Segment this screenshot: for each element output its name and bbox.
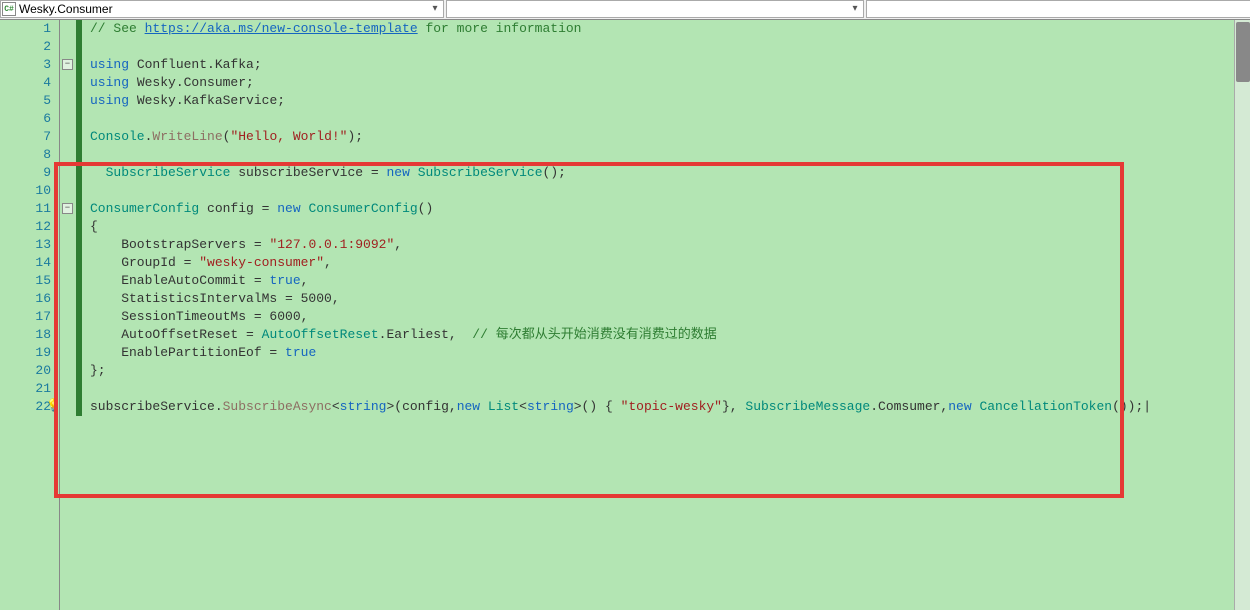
member-dropdown-container[interactable]: ▾ — [446, 0, 864, 18]
code-line[interactable] — [90, 110, 1250, 128]
line-number: 9 — [0, 164, 51, 182]
text-cursor: | — [1143, 399, 1151, 414]
code-line[interactable]: GroupId = "wesky-consumer", — [90, 254, 1250, 272]
breadcrumb-toolbar: C# ▾ ▾ ▾ — [0, 0, 1250, 20]
vertical-scrollbar[interactable] — [1234, 20, 1250, 610]
code-editor[interactable]: 1 2 3 4 5 6 7 8 9 10 11 12 13 14 15 16 1… — [0, 20, 1250, 610]
line-number: 8 — [0, 146, 51, 164]
line-number: 6 — [0, 110, 51, 128]
scrollbar-thumb[interactable] — [1236, 22, 1250, 82]
code-line[interactable]: BootstrapServers = "127.0.0.1:9092", — [90, 236, 1250, 254]
url-link[interactable]: https://aka.ms/new-console-template — [145, 21, 418, 36]
function-dropdown-container[interactable]: ▾ — [866, 0, 1250, 18]
line-number: 14 — [0, 254, 51, 272]
line-number: 5 — [0, 92, 51, 110]
line-number: 11 — [0, 200, 51, 218]
fold-toggle-icon[interactable]: − — [62, 59, 73, 70]
line-number: 20 — [0, 362, 51, 380]
code-line[interactable] — [90, 182, 1250, 200]
line-number: 7 — [0, 128, 51, 146]
lightbulb-icon[interactable]: 💡 — [46, 400, 58, 412]
code-line[interactable]: StatisticsIntervalMs = 5000, — [90, 290, 1250, 308]
change-indicator — [76, 20, 82, 416]
line-number-gutter: 1 2 3 4 5 6 7 8 9 10 11 12 13 14 15 16 1… — [0, 20, 60, 610]
line-number: 1 — [0, 20, 51, 38]
code-line[interactable] — [90, 380, 1250, 398]
code-line[interactable]: // See https://aka.ms/new-console-templa… — [90, 20, 1250, 38]
line-number: 16 — [0, 290, 51, 308]
line-number: 22 — [0, 398, 51, 416]
line-number: 18 — [0, 326, 51, 344]
csharp-file-icon: C# — [1, 1, 17, 17]
function-dropdown[interactable] — [867, 2, 1250, 16]
code-line[interactable]: SubscribeService subscribeService = new … — [90, 164, 1250, 182]
line-number: 2 — [0, 38, 51, 56]
chevron-down-icon[interactable]: ▾ — [427, 3, 443, 15]
line-number: 4 — [0, 74, 51, 92]
line-number: 17 — [0, 308, 51, 326]
line-number: 13 — [0, 236, 51, 254]
chevron-down-icon[interactable]: ▾ — [847, 3, 863, 15]
code-line[interactable]: }; — [90, 362, 1250, 380]
code-line[interactable]: Console.WriteLine("Hello, World!"); — [90, 128, 1250, 146]
code-line[interactable]: EnableAutoCommit = true, — [90, 272, 1250, 290]
line-number: 15 — [0, 272, 51, 290]
code-line[interactable]: using Confluent.Kafka; — [90, 56, 1250, 74]
code-line[interactable]: using Wesky.KafkaService; — [90, 92, 1250, 110]
member-dropdown[interactable] — [447, 2, 847, 16]
code-line[interactable]: EnablePartitionEof = true — [90, 344, 1250, 362]
code-text-area[interactable]: // See https://aka.ms/new-console-templa… — [84, 20, 1250, 610]
code-line[interactable]: SessionTimeoutMs = 6000, — [90, 308, 1250, 326]
line-number: 10 — [0, 182, 51, 200]
code-line[interactable] — [90, 146, 1250, 164]
code-line[interactable]: ConsumerConfig config = new ConsumerConf… — [90, 200, 1250, 218]
outline-margin: − − 💡 — [60, 20, 84, 610]
code-line[interactable]: { — [90, 218, 1250, 236]
line-number: 19 — [0, 344, 51, 362]
line-number: 12 — [0, 218, 51, 236]
code-line[interactable] — [90, 38, 1250, 56]
code-line[interactable]: subscribeService.SubscribeAsync<string>(… — [90, 398, 1250, 416]
line-number: 21 — [0, 380, 51, 398]
code-line[interactable]: using Wesky.Consumer; — [90, 74, 1250, 92]
scope-dropdown[interactable] — [17, 2, 427, 16]
code-line[interactable]: AutoOffsetReset = AutoOffsetReset.Earlie… — [90, 326, 1250, 344]
fold-toggle-icon[interactable]: − — [62, 203, 73, 214]
scope-dropdown-container[interactable]: C# ▾ — [0, 0, 444, 18]
line-number: 3 — [0, 56, 51, 74]
